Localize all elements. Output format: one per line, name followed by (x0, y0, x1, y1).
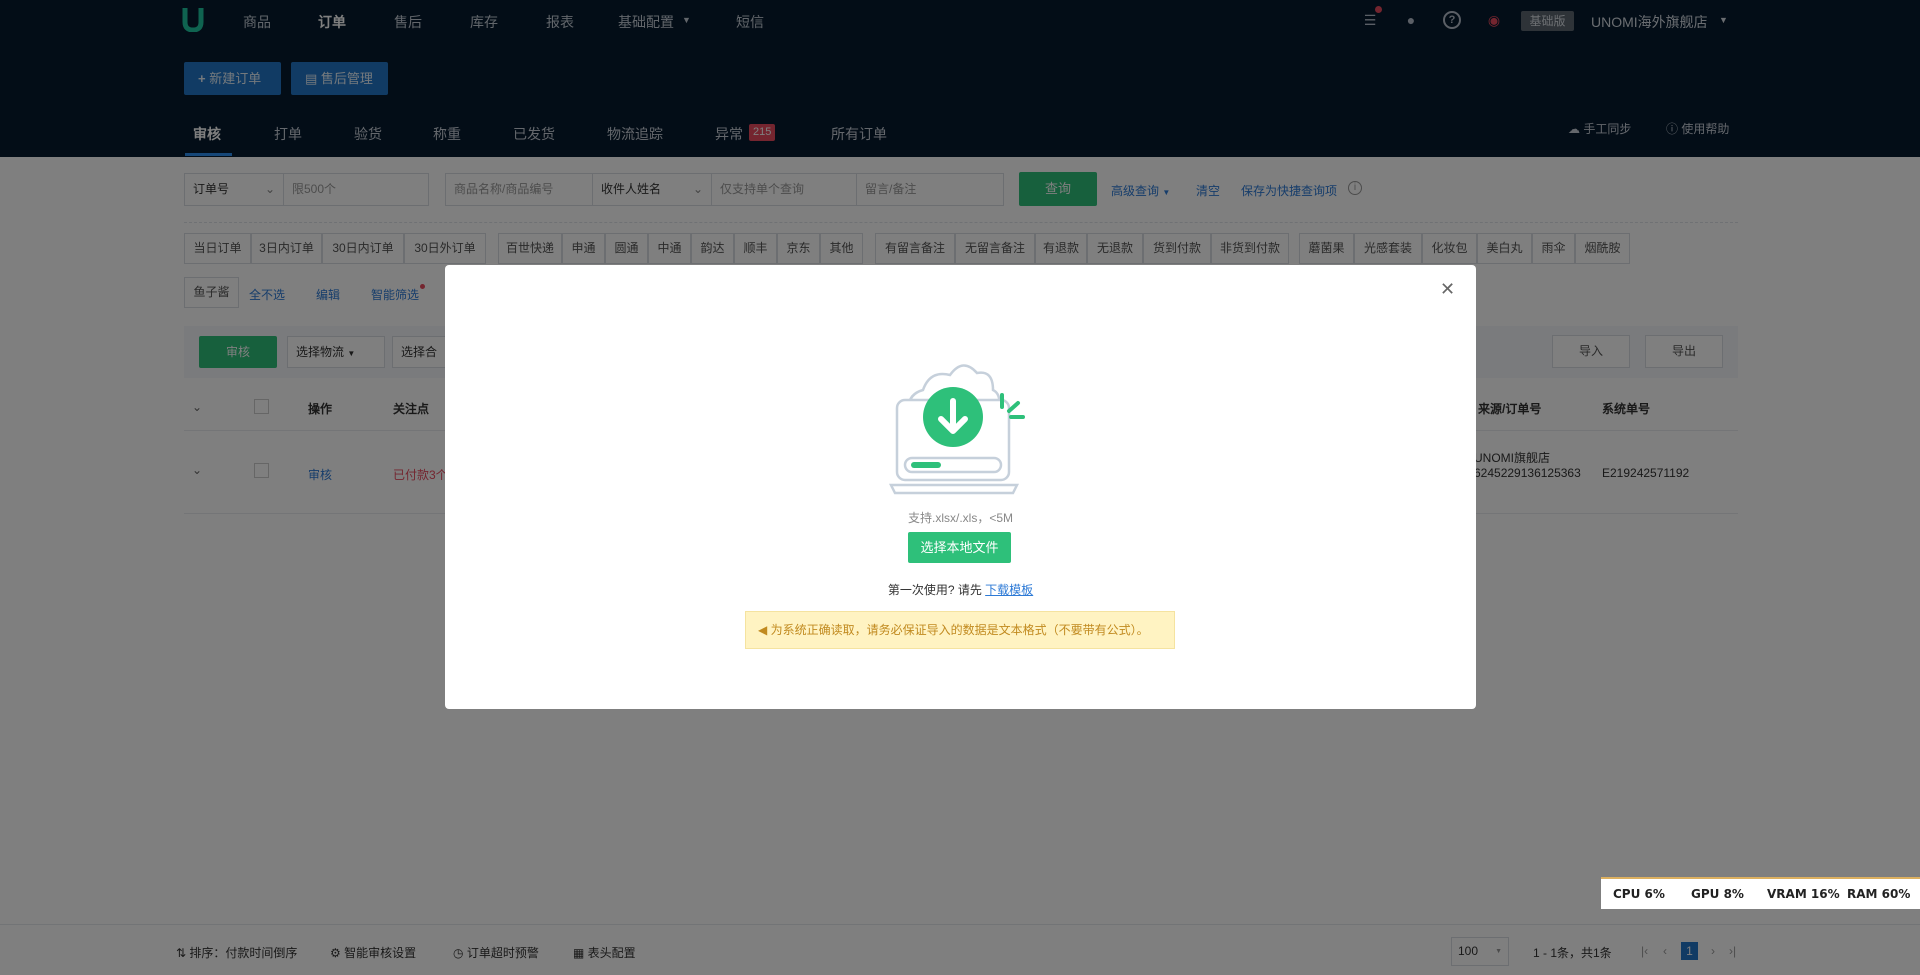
vram-usage: VRAM 16% (1767, 887, 1840, 901)
perf-monitor: CPU 6% GPU 8% VRAM 16% RAM 60% (1601, 877, 1920, 909)
support-format-text: 支持.xlsx/.xls，<5M (907, 511, 1013, 525)
close-icon[interactable]: ✕ (1440, 279, 1455, 300)
cpu-usage: CPU 6% (1613, 887, 1665, 901)
megaphone-icon: ◀ (758, 623, 771, 637)
import-modal: ✕ 支持.xlsx/.xls，<5M 选择本地文件 第一次使用? 请先 下载模板… (445, 265, 1476, 709)
gpu-usage: GPU 8% (1691, 887, 1744, 901)
notice-banner: ◀ 为系统正确读取，请务必保证导入的数据是文本格式（不要带有公式）。 (745, 611, 1175, 649)
first-use-line: 第一次使用? 请先 下载模板 (887, 583, 1034, 597)
choose-local-file-button[interactable]: 选择本地文件 (908, 532, 1011, 563)
ram-usage: RAM 60% (1847, 887, 1911, 901)
upload-illustration (888, 364, 1025, 495)
download-template-link[interactable]: 下载模板 (985, 583, 1033, 597)
